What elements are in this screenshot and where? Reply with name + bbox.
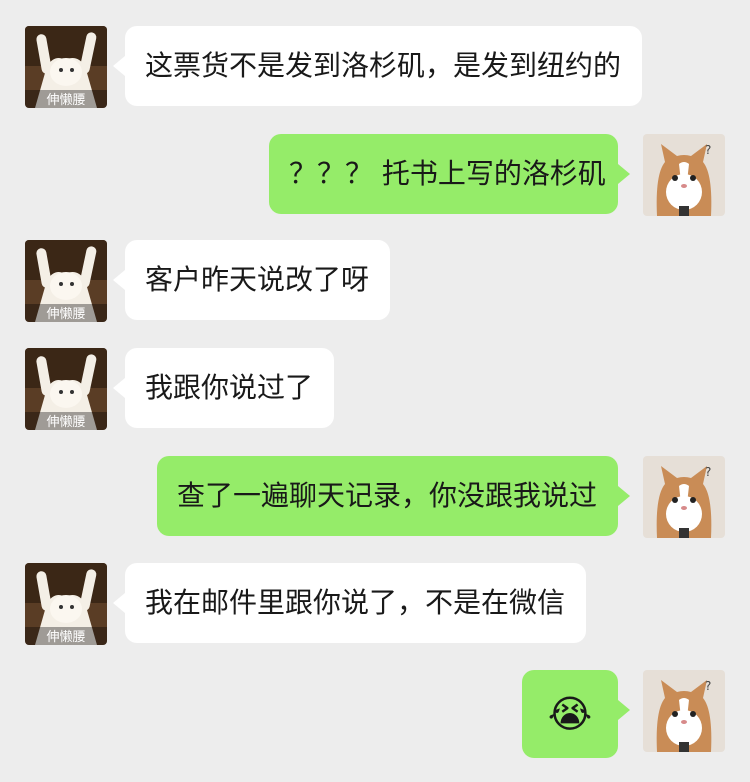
message-text: 这票货不是发到洛杉矶，是发到纽约的 [145,49,622,82]
message-row: 伸懒腰 这票货不是发到洛杉矶，是发到纽约的 [0,26,750,108]
avatar-label: 伸懒腰 [46,630,85,645]
incoming-message-bubble[interactable]: 我在邮件里跟你说了，不是在微信 [113,563,586,643]
svg-text:?: ? [705,679,711,693]
stretching-cat-avatar-icon[interactable]: 伸懒腰 [25,348,107,430]
avatar-label: 伸懒腰 [46,415,85,430]
message-row: 伸懒腰 我在邮件里跟你说了，不是在微信 [0,563,750,645]
message-text: 我在邮件里跟你说了，不是在微信 [145,586,566,619]
message-row: ？？？ 托书上写的洛杉矶 ? [0,134,750,216]
outgoing-message-bubble[interactable]: 查了一遍聊天记录，你没跟我说过 [157,456,630,536]
message-row: 伸懒腰 客户昨天说改了呀 [0,240,750,322]
chat-message-list: 伸懒腰 这票货不是发到洛杉矶，是发到纽约的 ？？？ 托书上写的洛杉矶 ? 伸懒腰… [0,0,750,782]
avatar-label: 伸懒腰 [46,307,85,322]
avatar-label: 伸懒腰 [46,93,85,108]
svg-text:?: ? [705,143,711,157]
message-row: 伸懒腰 我跟你说过了 [0,348,750,430]
message-row: 😭 ? [0,670,750,760]
confused-cat-avatar-icon[interactable]: ? [643,456,725,538]
message-row: 查了一遍聊天记录，你没跟我说过 ? [0,456,750,538]
incoming-message-bubble[interactable]: 这票货不是发到洛杉矶，是发到纽约的 [113,26,642,106]
stretching-cat-avatar-icon[interactable]: 伸懒腰 [25,26,107,108]
message-text: 查了一遍聊天记录，你没跟我说过 [177,479,598,512]
outgoing-message-bubble[interactable]: ？？？ 托书上写的洛杉矶 [269,134,630,214]
crying-face-emoji: 😭 [547,692,593,736]
confused-cat-avatar-icon[interactable]: ? [643,134,725,216]
confused-cat-avatar-icon[interactable]: ? [643,670,725,752]
message-text: 客户昨天说改了呀 [145,263,370,296]
message-text: ？？？ 托书上写的洛杉矶 [289,157,606,190]
stretching-cat-avatar-icon[interactable]: 伸懒腰 [25,240,107,322]
incoming-message-bubble[interactable]: 客户昨天说改了呀 [113,240,390,320]
stretching-cat-avatar-icon[interactable]: 伸懒腰 [25,563,107,645]
incoming-message-bubble[interactable]: 我跟你说过了 [113,348,334,428]
svg-text:?: ? [705,465,711,479]
message-text: 我跟你说过了 [145,371,314,404]
outgoing-message-bubble[interactable]: 😭 [522,670,630,758]
